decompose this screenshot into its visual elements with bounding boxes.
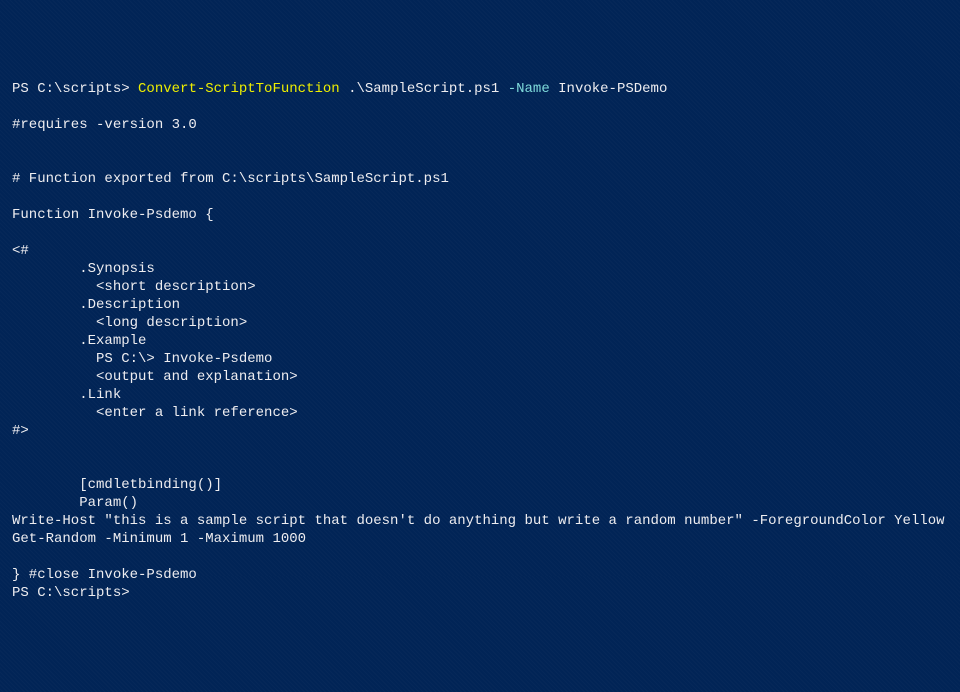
help-example-cmd: PS C:\> Invoke-Psdemo <box>12 351 272 367</box>
script-path-arg: .\SampleScript.ps1 <box>348 81 499 97</box>
help-link: .Link <box>12 387 121 403</box>
write-host-line: Write-Host "this is a sample script that… <box>12 513 945 529</box>
terminal-output[interactable]: PS C:\scripts> Convert-ScriptToFunction … <box>12 80 948 602</box>
space <box>499 81 507 97</box>
function-declaration: Function Invoke-Psdemo { <box>12 207 214 223</box>
export-comment: # Function exported from C:\scripts\Samp… <box>12 171 449 187</box>
help-block-open: <# <box>12 243 29 259</box>
help-example: .Example <box>12 333 146 349</box>
cmdletbinding-attr: [cmdletbinding()] <box>12 477 222 493</box>
close-function: } #close Invoke-Psdemo <box>12 567 197 583</box>
help-block-close: #> <box>12 423 29 439</box>
help-link-ref: <enter a link reference> <box>12 405 298 421</box>
requires-line: #requires -version 3.0 <box>12 117 197 133</box>
param-block: Param() <box>12 495 138 511</box>
space <box>340 81 348 97</box>
space <box>550 81 558 97</box>
help-short-desc: <short description> <box>12 279 256 295</box>
get-random-line: Get-Random -Minimum 1 -Maximum 1000 <box>12 531 306 547</box>
ps-prompt: PS C:\scripts> <box>12 81 138 97</box>
command-name: Convert-ScriptToFunction <box>138 81 340 97</box>
help-example-output: <output and explanation> <box>12 369 298 385</box>
name-value: Invoke-PSDemo <box>558 81 667 97</box>
help-description: .Description <box>12 297 180 313</box>
help-long-desc: <long description> <box>12 315 247 331</box>
name-parameter: -Name <box>508 81 550 97</box>
ps-prompt-end: PS C:\scripts> <box>12 585 130 601</box>
help-synopsis: .Synopsis <box>12 261 155 277</box>
